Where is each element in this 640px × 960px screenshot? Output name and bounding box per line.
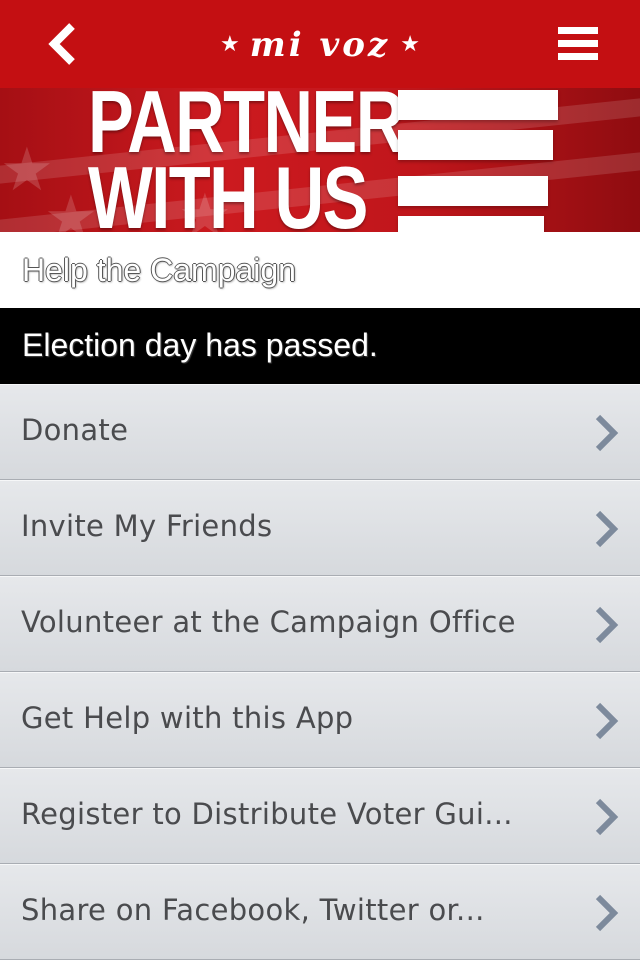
app-logo: ★ mi voz ★ — [0, 20, 640, 70]
action-list: Donate Invite My Friends Volunteer at th… — [0, 384, 640, 960]
section-header: Help the Campaign — [0, 232, 640, 308]
election-notice: Election day has passed. — [0, 308, 640, 384]
list-item-donate[interactable]: Donate — [0, 384, 640, 480]
list-item-label: Share on Facebook, Twitter or... — [21, 893, 485, 927]
section-title: Help the Campaign — [22, 252, 296, 288]
logo-star-left: ★ — [220, 32, 240, 57]
logo-star-right: ★ — [400, 32, 420, 57]
banner-stripe-bar — [398, 130, 553, 160]
chevron-right-icon — [595, 510, 619, 548]
list-item-label: Invite My Friends — [21, 509, 273, 543]
chevron-right-icon — [595, 414, 619, 452]
banner-stripe-bar — [398, 216, 544, 232]
hamburger-menu-icon — [558, 27, 598, 60]
notice-text: Election day has passed. — [22, 327, 378, 363]
chevron-right-icon — [595, 702, 619, 740]
chevron-right-icon — [595, 606, 619, 644]
list-item-label: Volunteer at the Campaign Office — [21, 605, 516, 639]
list-item-label: Get Help with this App — [21, 701, 354, 735]
list-item-get-help[interactable]: Get Help with this App — [0, 672, 640, 768]
banner-title: PARTNER WITH US — [88, 88, 405, 233]
partner-banner: ★ ★ ★ PARTNER WITH US — [0, 88, 640, 232]
banner-line-2: WITH US — [88, 148, 368, 233]
chevron-right-icon — [595, 894, 619, 932]
list-item-invite-friends[interactable]: Invite My Friends — [0, 480, 640, 576]
list-item-volunteer[interactable]: Volunteer at the Campaign Office — [0, 576, 640, 672]
app-screen: ★ mi voz ★ ★ ★ ★ PARTNER WITH US Help th… — [0, 0, 640, 960]
banner-stripe-bar — [398, 176, 548, 206]
banner-stripe-bar — [398, 90, 558, 120]
list-item-label: Register to Distribute Voter Gui... — [21, 797, 513, 831]
logo-text: mi voz — [249, 25, 391, 65]
chevron-right-icon — [595, 798, 619, 836]
list-item-register-distribute[interactable]: Register to Distribute Voter Gui... — [0, 768, 640, 864]
top-nav-bar: ★ mi voz ★ — [0, 0, 640, 88]
menu-button[interactable] — [548, 16, 608, 72]
list-item-label: Donate — [21, 413, 129, 447]
list-item-share[interactable]: Share on Facebook, Twitter or... — [0, 864, 640, 960]
